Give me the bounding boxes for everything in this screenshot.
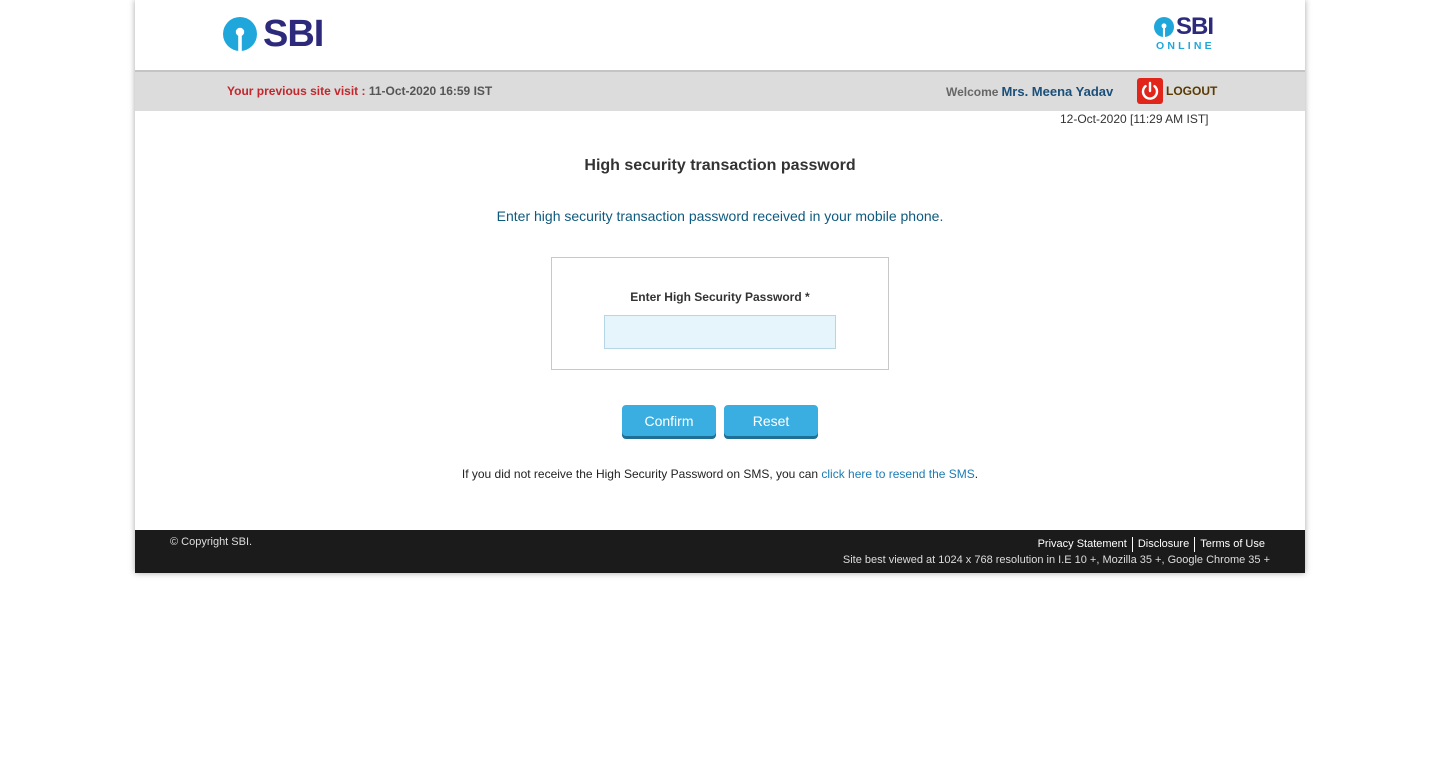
header: SBI SBI ONLINE	[135, 0, 1305, 70]
sbi-keyhole-small-icon	[1154, 17, 1174, 37]
sbi-logo-text: SBI	[263, 13, 324, 55]
page-title: High security transaction password	[584, 157, 856, 174]
reset-button[interactable]: Reset	[724, 405, 818, 436]
password-label: Enter High Security Password *	[630, 290, 810, 304]
page-container: SBI SBI ONLINE Your previous site visit …	[135, 0, 1305, 573]
power-icon	[1137, 78, 1163, 104]
user-name: Mrs. Meena Yadav	[1001, 84, 1114, 99]
sbi-online-logo: SBI ONLINE	[1154, 13, 1218, 54]
footer: © Copyright SBI. Privacy Statement Discl…	[135, 530, 1305, 573]
sbi-online-logo-text: SBI	[1176, 13, 1214, 40]
previous-visit-label: Your previous site visit :	[227, 84, 366, 98]
logout-button[interactable]: LOGOUT	[1137, 78, 1217, 104]
info-bar: Your previous site visit : 11-Oct-2020 1…	[135, 70, 1305, 111]
confirm-button[interactable]: Confirm	[622, 405, 716, 436]
welcome-message: Welcome Mrs. Meena Yadav	[946, 84, 1113, 99]
resend-sms-text: If you did not receive the High Security…	[135, 467, 1305, 481]
online-subtext: ONLINE	[1156, 40, 1215, 52]
current-datetime: 12-Oct-2020 [11:29 AM IST]	[1060, 112, 1209, 126]
previous-visit: Your previous site visit : 11-Oct-2020 1…	[227, 84, 492, 98]
welcome-label: Welcome	[946, 85, 999, 99]
high-security-password-input[interactable]	[604, 315, 836, 349]
sbi-logo[interactable]: SBI	[223, 13, 324, 55]
footer-links: Privacy Statement Disclosure Terms of Us…	[1033, 537, 1265, 552]
logout-label: LOGOUT	[1166, 84, 1218, 98]
disclosure-link[interactable]: Disclosure	[1131, 537, 1194, 552]
password-panel: Enter High Security Password *	[551, 257, 889, 370]
instruction-text: Enter high security transaction password…	[496, 208, 944, 224]
sbi-keyhole-icon	[223, 17, 257, 51]
previous-visit-value: 11-Oct-2020 16:59 IST	[368, 84, 493, 98]
resend-sms-link[interactable]: click here to resend the SMS	[821, 467, 974, 481]
terms-of-use-link[interactable]: Terms of Use	[1194, 537, 1265, 552]
resend-prefix: If you did not receive the High Security…	[461, 467, 819, 481]
privacy-statement-link[interactable]: Privacy Statement	[1033, 537, 1132, 552]
resend-suffix: .	[974, 467, 979, 481]
copyright-text: © Copyright SBI.	[170, 536, 253, 548]
best-viewed-text: Site best viewed at 1024 x 768 resolutio…	[842, 554, 1270, 566]
